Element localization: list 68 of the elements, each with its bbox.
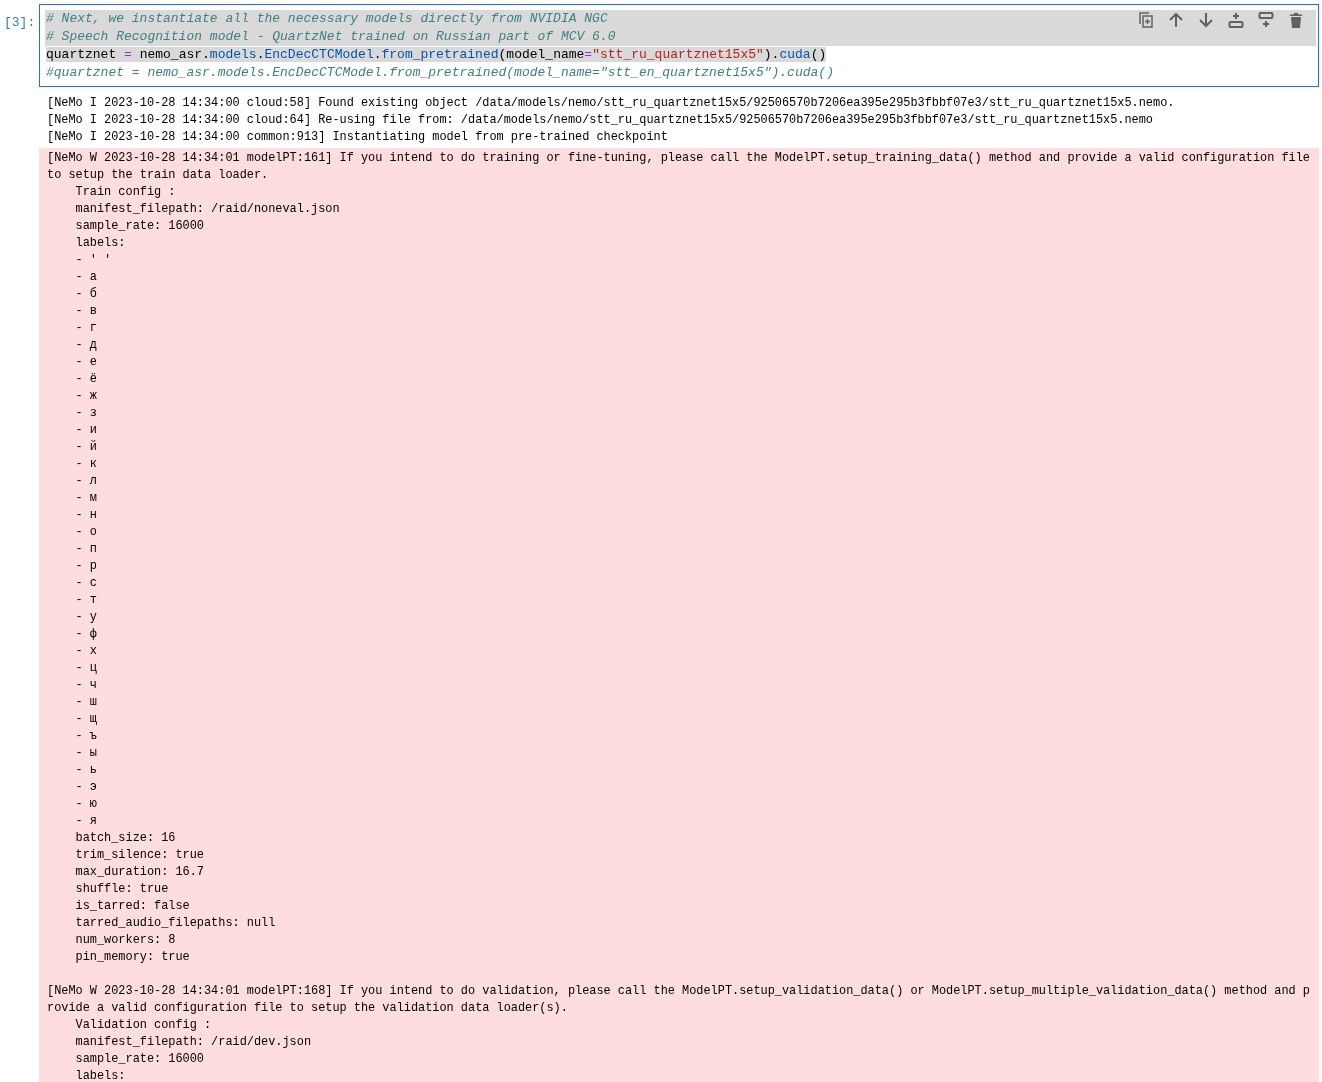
log-line: [NeMo W 2023-10-28 14:34:01 modelPT:161] If you intend to do training or fine-tuning, please call the ModelPT.setup_training_data() method and provide a valid configuration file to setup the train data loader.	[47, 150, 1311, 184]
log-line: - р	[74, 558, 98, 575]
log-line: trim_silence: true	[74, 847, 205, 864]
log-line: - ё	[74, 371, 98, 388]
code-line: #quartznet = nemo_asr.models.EncDecCTCModel.from_pretrained(model_name="stt_en_quartznet15x5").cuda()	[45, 64, 835, 82]
log-line: batch_size: 16	[74, 830, 177, 847]
log-line: - ъ	[74, 728, 98, 745]
log-line: - п	[74, 541, 98, 558]
log-line: labels:	[74, 1068, 127, 1082]
log-line: - ы	[74, 745, 98, 762]
duplicate-button[interactable]	[1136, 10, 1156, 30]
code-cell[interactable]	[39, 4, 1319, 87]
insert-above-icon	[1228, 12, 1244, 28]
log-line: [NeMo I 2023-10-28 14:34:00 common:913] Instantiating model from pre-trained checkpoint	[47, 129, 669, 146]
log-line: Train config :	[74, 184, 177, 201]
log-line: - т	[74, 592, 98, 609]
log-line: - э	[74, 779, 98, 796]
arrow-up-icon	[1169, 12, 1183, 28]
log-line: - л	[74, 473, 98, 490]
log-line: - б	[74, 286, 98, 303]
cell-prompt: [3]:	[3, 14, 37, 31]
log-line: [NeMo I 2023-10-28 14:34:00 cloud:64] Re-using file from: /data/models/nemo/stt_ru_quartznet15x5/92506570b7206ea395e295b3fbbf07e3/stt_ru_quartznet15x5.nemo	[47, 112, 1154, 129]
log-line: - о	[74, 524, 98, 541]
insert-above-button[interactable]	[1226, 10, 1246, 30]
log-line: - м	[74, 490, 98, 507]
log-line: manifest_filepath: /raid/dev.json	[74, 1034, 313, 1051]
log-line: Validation config :	[74, 1017, 213, 1034]
log-line: - а	[74, 269, 98, 286]
log-line: - х	[74, 643, 98, 660]
log-line: num_workers: 8	[74, 932, 177, 949]
log-line: - д	[74, 337, 98, 354]
insert-below-button[interactable]	[1256, 10, 1276, 30]
log-line: labels:	[74, 235, 127, 252]
log-line: - ю	[74, 796, 98, 813]
log-line: - и	[74, 422, 98, 439]
log-line: [NeMo W 2023-10-28 14:34:01 modelPT:168] If you intend to do validation, please call the ModelPT.setup_validation_data() or ModelPT.setup_multiple_validation_data() method and provide a valid configuration file to setup the validation data loader(s).	[47, 983, 1311, 1017]
log-line: - ш	[74, 694, 98, 711]
log-line: - ф	[74, 626, 98, 643]
move-down-button[interactable]	[1196, 10, 1216, 30]
insert-below-icon	[1258, 12, 1274, 28]
log-line: tarred_audio_filepaths: null	[74, 915, 277, 932]
log-line: - в	[74, 303, 98, 320]
log-line: sample_rate: 16000	[74, 1051, 205, 1068]
log-line: - е	[74, 354, 98, 371]
log-line: - ц	[74, 660, 98, 677]
log-line: sample_rate: 16000	[74, 218, 205, 235]
log-line: - г	[74, 320, 98, 337]
log-line: - н	[74, 507, 98, 524]
log-line: - ч	[74, 677, 98, 694]
log-line: manifest_filepath: /raid/noneval.json	[74, 201, 341, 218]
log-line: - с	[74, 575, 98, 592]
log-line: - у	[74, 609, 98, 626]
arrow-down-icon	[1199, 12, 1213, 28]
log-line: - з	[74, 405, 98, 422]
log-line: - щ	[74, 711, 98, 728]
log-line: pin_memory: true	[74, 949, 191, 966]
log-line: - ж	[74, 388, 98, 405]
log-line: - к	[74, 456, 98, 473]
duplicate-icon	[1139, 12, 1153, 28]
log-line: max_duration: 16.7	[74, 864, 205, 881]
log-line: shuffle: true	[74, 881, 170, 898]
log-line: - й	[74, 439, 98, 456]
log-line: is_tarred: false	[74, 898, 191, 915]
log-line: - ' '	[74, 252, 113, 269]
log-line: - ь	[74, 762, 98, 779]
log-line: - я	[74, 813, 98, 830]
log-line: [NeMo I 2023-10-28 14:34:00 cloud:58] Found existing object /data/models/nemo/stt_ru_quartznet15x5/92506570b7206ea395e295b3fbbf07e3/stt_ru_quartznet15x5.nemo.	[47, 95, 1176, 112]
trash-icon	[1290, 12, 1302, 28]
